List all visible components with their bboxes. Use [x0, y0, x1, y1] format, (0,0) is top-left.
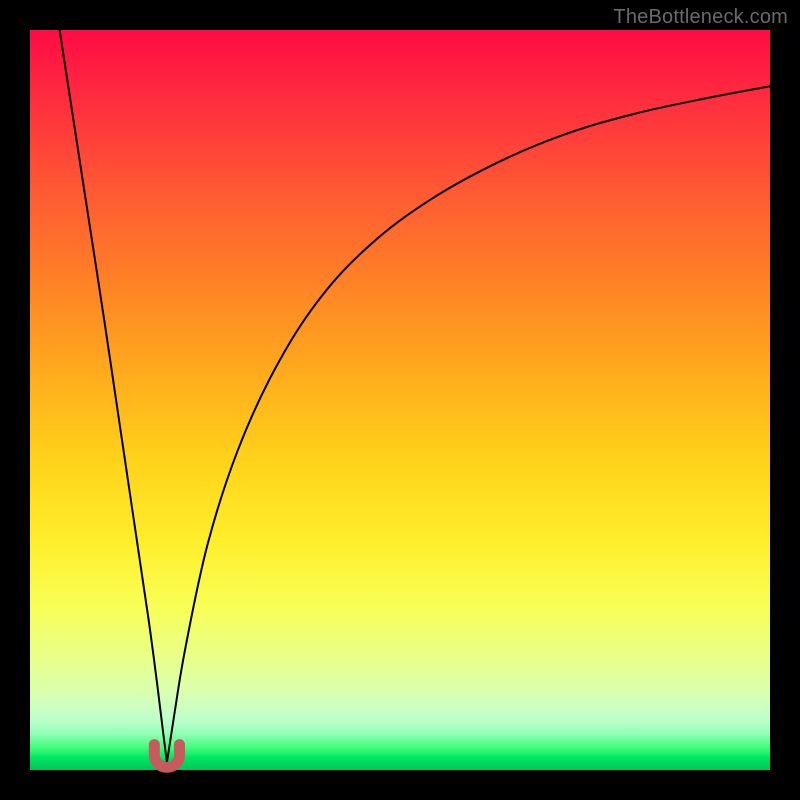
watermark-text: TheBottleneck.com	[613, 6, 788, 29]
chart-svg	[30, 30, 770, 770]
curve-group	[60, 30, 770, 763]
plot-area	[30, 30, 770, 770]
curve-right-branch	[167, 86, 770, 762]
chart-frame: TheBottleneck.com	[0, 0, 800, 800]
curve-left-branch	[60, 30, 167, 763]
